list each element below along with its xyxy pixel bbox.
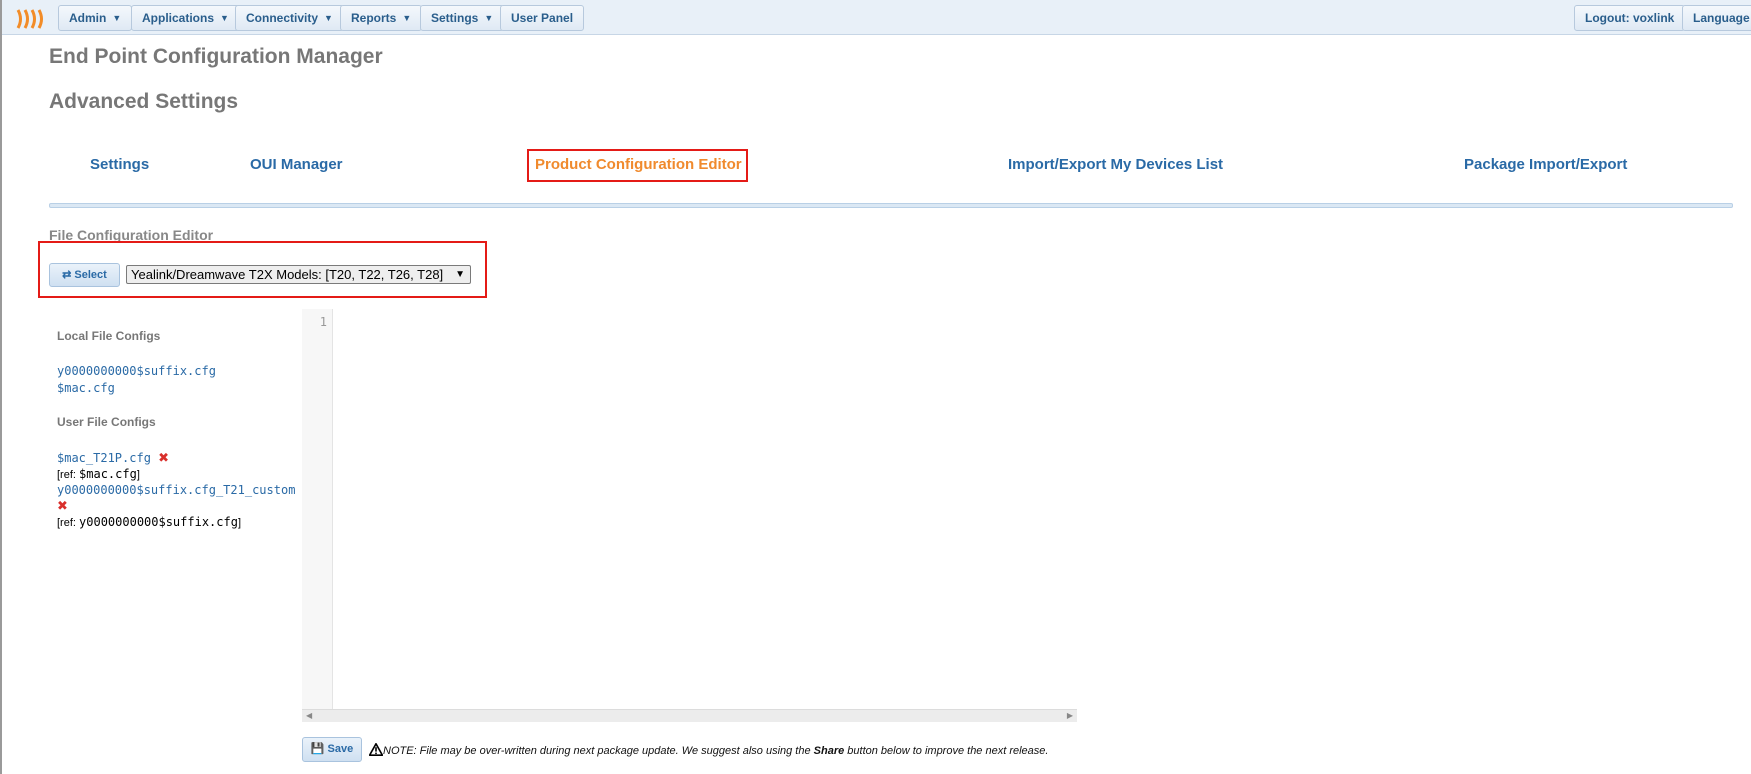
warning-triangle-icon bbox=[368, 743, 384, 756]
local-file-link[interactable]: y0000000000$suffix.cfg bbox=[57, 364, 216, 378]
save-button[interactable]: 💾 Save bbox=[302, 737, 362, 762]
language-button[interactable]: Language bbox=[1682, 5, 1751, 31]
caret-down-icon: ▼ bbox=[324, 13, 333, 23]
select-button[interactable]: ⇄ Select bbox=[49, 263, 120, 287]
horizontal-scrollbar[interactable]: ◀ ▶ bbox=[302, 709, 1077, 722]
ref-suffix: ] bbox=[237, 517, 242, 529]
logo-icon[interactable] bbox=[16, 9, 48, 29]
settings-menu-label: Settings bbox=[431, 11, 479, 25]
logout-button[interactable]: Logout: voxlink bbox=[1574, 5, 1686, 31]
ref-file: y0000000000$suffix.cfg bbox=[79, 515, 238, 529]
tab-import-export-devices[interactable]: Import/Export My Devices List bbox=[1008, 156, 1223, 173]
user-panel-label: User Panel bbox=[511, 11, 574, 25]
settings-menu-button[interactable]: Settings ▼ bbox=[420, 5, 505, 31]
refresh-icon: ⇄ bbox=[62, 269, 72, 281]
connectivity-menu-button[interactable]: Connectivity ▼ bbox=[235, 5, 344, 31]
save-button-label: Save bbox=[327, 743, 354, 755]
file-reference: [ref: $mac.cfg] bbox=[57, 467, 140, 481]
user-file-delete: ✖ bbox=[57, 497, 68, 515]
ref-file: $mac.cfg bbox=[79, 467, 137, 481]
user-file-item: $mac_T21P.cfg ✖ bbox=[57, 451, 169, 466]
admin-menu-label: Admin bbox=[69, 11, 107, 25]
caret-down-icon: ▼ bbox=[484, 13, 494, 23]
floppy-disk-icon: 💾 bbox=[310, 743, 325, 755]
line-number-gutter: 1 bbox=[302, 309, 333, 709]
line-number: 1 bbox=[319, 315, 327, 329]
caret-down-icon: ▼ bbox=[112, 13, 122, 23]
file-reference: [ref: y0000000000$suffix.cfg] bbox=[57, 515, 241, 529]
admin-menu-button[interactable]: Admin ▼ bbox=[58, 5, 133, 31]
delete-x-icon[interactable]: ✖ bbox=[158, 451, 169, 466]
delete-x-icon[interactable]: ✖ bbox=[57, 499, 68, 514]
reports-menu-label: Reports bbox=[351, 11, 397, 25]
tab-product-configuration-editor[interactable]: Product Configuration Editor bbox=[535, 156, 742, 173]
ref-prefix: [ref: bbox=[57, 517, 80, 529]
tab-oui-manager[interactable]: OUI Manager bbox=[250, 156, 343, 173]
local-file-link[interactable]: $mac.cfg bbox=[57, 381, 115, 395]
product-select[interactable]: Yealink/Dreamwave T2X Models: [T20, T22,… bbox=[126, 265, 471, 284]
applications-menu-label: Applications bbox=[142, 11, 215, 25]
code-editor[interactable]: 1 ◀ ▶ bbox=[302, 309, 1077, 722]
user-file-configs-heading: User File Configs bbox=[57, 415, 156, 429]
ref-suffix: ] bbox=[136, 469, 140, 481]
user-file-link[interactable]: $mac_T21P.cfg bbox=[57, 451, 151, 465]
logout-label: Logout: voxlink bbox=[1585, 11, 1675, 25]
connectivity-menu-label: Connectivity bbox=[246, 11, 319, 25]
note-text-prefix: NOTE: File may be over-written during ne… bbox=[383, 745, 814, 757]
chevron-down-icon: ▼ bbox=[455, 269, 465, 280]
applications-menu-button[interactable]: Applications ▼ bbox=[131, 5, 240, 31]
user-file-link[interactable]: y0000000000$suffix.cfg_T21_custom bbox=[57, 483, 295, 497]
update-note: NOTE: File may be over-written during ne… bbox=[368, 743, 1049, 757]
ref-prefix: [ref: bbox=[57, 469, 80, 481]
note-text-suffix: button below to improve the next release… bbox=[844, 745, 1049, 757]
scroll-left-icon[interactable]: ◀ bbox=[306, 711, 312, 720]
tab-settings[interactable]: Settings bbox=[90, 156, 149, 173]
reports-menu-button[interactable]: Reports ▼ bbox=[340, 5, 423, 31]
select-button-label: Select bbox=[74, 269, 107, 281]
page-subtitle: Advanced Settings bbox=[49, 90, 239, 113]
top-navigation-bar: Admin ▼ Applications ▼ Connectivity ▼ Repor… bbox=[2, 0, 1751, 35]
caret-down-icon: ▼ bbox=[220, 13, 229, 23]
caret-down-icon: ▼ bbox=[402, 13, 412, 23]
user-panel-button[interactable]: User Panel bbox=[500, 5, 585, 31]
scroll-right-icon[interactable]: ▶ bbox=[1067, 711, 1073, 720]
language-label: Language bbox=[1693, 11, 1750, 25]
note-share-word: Share bbox=[813, 745, 845, 757]
tab-divider bbox=[49, 203, 1733, 208]
page-title: End Point Configuration Manager bbox=[49, 45, 383, 68]
tab-package-import-export[interactable]: Package Import/Export bbox=[1464, 156, 1627, 173]
local-file-configs-heading: Local File Configs bbox=[57, 329, 161, 343]
product-select-value: Yealink/Dreamwave T2X Models: [T20, T22,… bbox=[131, 267, 444, 282]
